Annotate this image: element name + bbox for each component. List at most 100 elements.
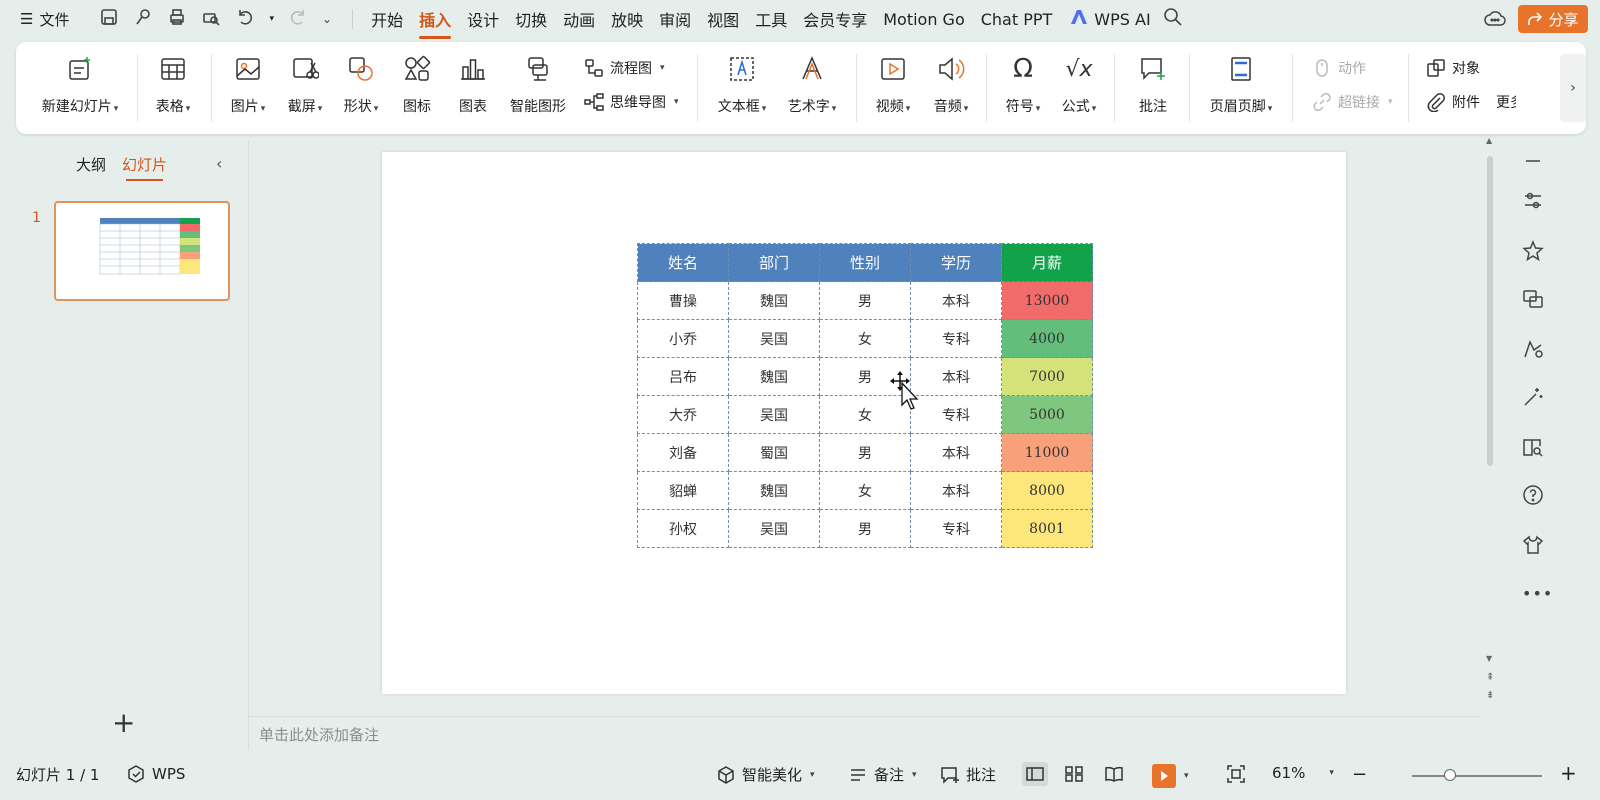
star-icon[interactable] <box>1522 240 1544 262</box>
video-button[interactable]: 视频 ▾ <box>868 42 918 134</box>
cloud-sync-icon[interactable] <box>1484 9 1506 33</box>
salary-cell[interactable]: 8001 <box>1001 509 1093 548</box>
header-cell[interactable]: 部门 <box>728 243 820 282</box>
notes-area[interactable]: 单击此处添加备注 <box>249 716 1479 750</box>
table-cell[interactable]: 男 <box>819 509 911 548</box>
smart-beautify-button[interactable]: 智能美化 ▾ <box>716 764 815 785</box>
print-preview-icon[interactable] <box>201 7 221 31</box>
new-slide-button[interactable]: 新建幻灯片 ▾ <box>34 42 126 134</box>
symbol-button[interactable]: Ω 符号 ▾ <box>998 42 1048 134</box>
mindmap-button[interactable]: 思维导图 ▾ <box>584 92 679 112</box>
redo-icon[interactable] <box>288 7 308 31</box>
tab-tools[interactable]: 工具 <box>755 7 787 31</box>
file-menu[interactable]: ☰ 文件 <box>20 9 69 30</box>
tab-transitions[interactable]: 切换 <box>515 7 547 31</box>
table-cell[interactable]: 本科 <box>910 471 1002 510</box>
play-dropdown-icon[interactable]: ▾ <box>1184 771 1189 781</box>
textbox-button[interactable]: 文本框 ▾ <box>710 42 774 134</box>
wps-status-button[interactable]: WPS <box>126 764 185 784</box>
customize-chevron-icon[interactable]: ⌄ <box>322 12 332 26</box>
salary-cell[interactable]: 4000 <box>1001 319 1093 358</box>
salary-table[interactable]: 姓名 部门 性别 学历 月薪 曹操 魏国男本科 13000 小乔 吴国女专科 4000 吕布… <box>637 243 1093 548</box>
notes-toggle-button[interactable]: 备注 ▾ <box>848 764 917 785</box>
tab-design[interactable]: 设计 <box>467 7 499 31</box>
formula-button[interactable]: √x 公式 ▾ <box>1054 42 1104 134</box>
more-options-icon[interactable]: ••• <box>1522 584 1552 606</box>
table-cell[interactable]: 刘备 <box>637 433 729 472</box>
add-slide-button[interactable]: + <box>112 706 135 739</box>
zoom-slider-knob[interactable] <box>1444 769 1456 781</box>
wps-ai-button[interactable]: WPS AI <box>1070 9 1151 29</box>
tab-home[interactable]: 开始 <box>371 7 403 31</box>
table-cell[interactable]: 男 <box>819 433 911 472</box>
tab-membership[interactable]: 会员专享 <box>803 7 867 31</box>
reading-view-button[interactable] <box>1104 764 1124 784</box>
picture-button[interactable]: 图片 ▾ <box>222 42 274 134</box>
header-cell[interactable]: 性别 <box>819 243 911 282</box>
tab-slideshow[interactable]: 放映 <box>611 7 643 31</box>
animation-icon[interactable] <box>1522 338 1544 360</box>
salary-cell[interactable]: 5000 <box>1001 395 1093 434</box>
header-cell[interactable]: 姓名 <box>637 243 729 282</box>
table-cell[interactable]: 专科 <box>910 319 1002 358</box>
slide-transition-icon[interactable] <box>1522 288 1544 310</box>
tab-insert[interactable]: 插入 <box>419 7 452 39</box>
action-button[interactable]: 动作 <box>1312 58 1366 78</box>
shape-button[interactable]: 形状 ▾ <box>334 42 388 134</box>
undo-icon[interactable] <box>235 7 255 31</box>
header-footer-button[interactable]: 页眉页脚 ▾ <box>1204 42 1278 134</box>
shirt-icon[interactable] <box>1522 534 1544 556</box>
zoom-out-button[interactable]: − <box>1352 764 1367 785</box>
table-cell[interactable]: 专科 <box>910 395 1002 434</box>
salary-cell[interactable]: 7000 <box>1001 357 1093 396</box>
salary-cell[interactable]: 13000 <box>1001 281 1093 320</box>
tab-slides[interactable]: 幻灯片 <box>122 154 167 181</box>
table-cell[interactable]: 魏国 <box>728 471 820 510</box>
comments-toggle-button[interactable]: 批注 <box>940 764 996 785</box>
salary-cell[interactable]: 11000 <box>1001 433 1093 472</box>
hyperlink-button[interactable]: 超链接 ▾ <box>1312 92 1393 112</box>
table-cell[interactable]: 小乔 <box>637 319 729 358</box>
table-cell[interactable]: 孙权 <box>637 509 729 548</box>
table-cell[interactable]: 貂蝉 <box>637 471 729 510</box>
screenshot-button[interactable]: 截屏 ▾ <box>278 42 332 134</box>
table-cell[interactable]: 吴国 <box>728 509 820 548</box>
zoom-slider-track[interactable] <box>1412 775 1542 777</box>
vertical-scrollbar[interactable]: ▲ ▼ ⇞ ⇟ <box>1484 136 1496 706</box>
search-icon[interactable] <box>1163 7 1183 31</box>
icons-button[interactable]: 图标 <box>394 42 440 134</box>
more-button[interactable]: 更多 <box>1496 92 1516 112</box>
table-button[interactable]: 表格 ▾ <box>148 42 198 134</box>
smart-graphic-button[interactable]: 智能图形 <box>506 42 570 134</box>
table-cell[interactable]: 魏国 <box>728 357 820 396</box>
slide-canvas[interactable]: 姓名 部门 性别 学历 月薪 曹操 魏国男本科 13000 小乔 吴国女专科 4000 吕布… <box>382 152 1346 694</box>
table-cell[interactable]: 男 <box>819 281 911 320</box>
fit-window-button[interactable] <box>1226 764 1246 784</box>
tab-view[interactable]: 视图 <box>707 7 739 31</box>
table-cell[interactable]: 吕布 <box>637 357 729 396</box>
next-slide-icon[interactable]: ⇟ <box>1486 690 1494 701</box>
slideshow-play-button[interactable]: ▾ <box>1152 764 1189 788</box>
table-cell[interactable]: 本科 <box>910 433 1002 472</box>
magic-tools-icon[interactable] <box>1522 386 1544 408</box>
attachment-button[interactable]: 附件 <box>1426 92 1480 112</box>
table-cell[interactable]: 本科 <box>910 281 1002 320</box>
header-cell[interactable]: 学历 <box>910 243 1002 282</box>
table-cell[interactable]: 吴国 <box>728 319 820 358</box>
zoom-level-dropdown[interactable]: 61% ▾ <box>1272 764 1334 782</box>
header-cell-salary[interactable]: 月薪 <box>1001 243 1093 282</box>
collapse-panel-icon[interactable]: ‹ <box>216 154 222 173</box>
prev-slide-icon[interactable]: ⇞ <box>1486 672 1494 683</box>
save-icon[interactable] <box>99 7 119 31</box>
tab-outline[interactable]: 大纲 <box>76 154 106 175</box>
table-cell[interactable]: 魏国 <box>728 281 820 320</box>
table-cell[interactable]: 女 <box>819 471 911 510</box>
wordart-button[interactable]: 艺术字 ▾ <box>780 42 844 134</box>
share-link-icon[interactable] <box>133 7 153 31</box>
zoom-in-button[interactable]: + <box>1560 761 1577 785</box>
print-icon[interactable] <box>167 7 187 31</box>
normal-view-button[interactable] <box>1022 762 1048 786</box>
grid-view-button[interactable] <box>1064 764 1084 784</box>
audio-button[interactable]: 音频 ▾ <box>926 42 976 134</box>
object-button[interactable]: 对象 <box>1426 58 1480 78</box>
